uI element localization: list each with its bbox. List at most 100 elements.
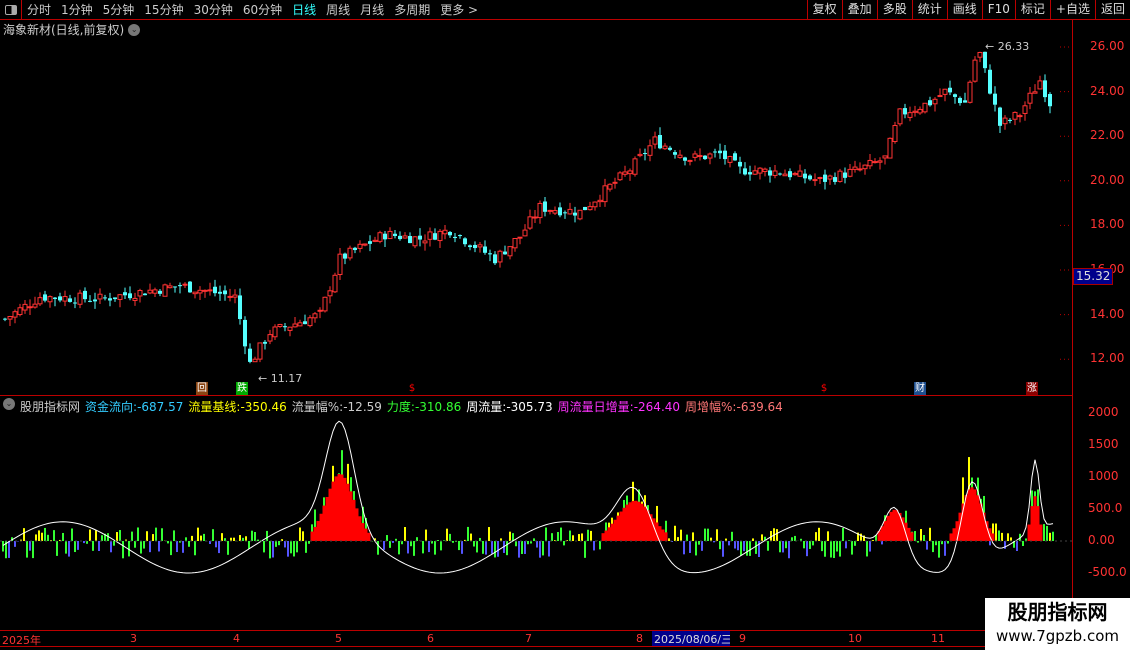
low-label: ← 11.17 — [258, 372, 302, 385]
price-tick: 20.00 — [1090, 172, 1125, 187]
candle-body — [97, 293, 103, 300]
indicator-value: 资金流向:-687.57 — [85, 398, 183, 415]
weekly-flow-line — [2, 420, 1054, 574]
candle-body — [647, 145, 653, 156]
candle-body — [532, 216, 538, 219]
indicator-label: 流量幅%: — [291, 400, 344, 414]
candle-body — [43, 294, 47, 301]
indicator-label: 流量基线: — [188, 400, 241, 414]
date-tick: 6 — [427, 632, 434, 645]
candle-body — [238, 295, 242, 320]
event-marker[interactable]: 财 — [914, 382, 926, 395]
candle-body — [297, 322, 303, 327]
candle-body — [718, 150, 722, 154]
candle-body — [652, 136, 658, 145]
candle-body — [748, 172, 752, 175]
date-tick: 3 — [130, 632, 137, 645]
candle-body — [587, 206, 593, 211]
candle-body — [93, 299, 97, 302]
candle-body — [673, 152, 677, 155]
candle-body — [283, 326, 287, 328]
candle-body — [1012, 111, 1018, 120]
candle-body — [643, 153, 647, 155]
candle-body — [32, 303, 38, 308]
event-marker[interactable]: $ — [818, 382, 830, 395]
candle-body — [837, 170, 843, 182]
candle-body — [852, 166, 858, 170]
candle-body — [917, 108, 923, 114]
candle-body — [797, 170, 803, 177]
candle-body — [178, 285, 182, 287]
indicator-tick: 500.0 — [1088, 501, 1123, 515]
candle-body — [77, 292, 83, 305]
candle-body — [448, 231, 452, 236]
candle-body — [577, 209, 583, 220]
candle-body — [812, 179, 818, 182]
dropdown-icon[interactable]: ⌄ — [128, 23, 141, 36]
price-tick: 22.00 — [1090, 128, 1125, 143]
candle-body — [627, 170, 633, 175]
candle-body — [857, 168, 863, 171]
candle-body — [567, 208, 573, 215]
date-tick: 9 — [739, 632, 746, 645]
candle-body — [948, 87, 952, 93]
candlestick-chart: ← 26.33 ← 11.17 — [0, 40, 1072, 574]
candle-body — [977, 51, 983, 58]
crosshair-date: 2025/08/06/三 — [652, 631, 730, 646]
candle-body — [12, 311, 18, 318]
candle-body — [243, 319, 247, 347]
candle-body — [123, 292, 127, 296]
candle-body — [17, 307, 23, 316]
candle-body — [668, 147, 672, 150]
candle-body — [867, 159, 873, 167]
price-tick: 26.00 — [1090, 39, 1125, 53]
candle-body — [792, 172, 798, 176]
candle-body — [303, 321, 307, 325]
event-marker[interactable]: 回 — [196, 382, 208, 395]
candle-body — [327, 290, 333, 297]
indicator-tick: 1000 — [1088, 469, 1119, 483]
candle-body — [322, 296, 328, 312]
candle-body — [558, 207, 562, 216]
candle-body — [357, 243, 363, 249]
candle-body — [823, 174, 827, 182]
candle-body — [88, 300, 92, 302]
candle-body — [738, 161, 742, 167]
candle-body — [583, 206, 587, 211]
candle-body — [483, 246, 487, 253]
candle-body — [1017, 115, 1023, 118]
candle-body — [1027, 92, 1033, 104]
candle-body — [152, 289, 158, 294]
event-marker[interactable]: 涨 — [1026, 382, 1038, 395]
candle-body — [768, 170, 772, 176]
candle-body — [803, 173, 807, 179]
indicator-number: -310.86 — [414, 400, 462, 414]
indicator-menu-icon[interactable]: ⌄ — [3, 398, 15, 410]
candle-body — [108, 298, 112, 301]
candle-body — [387, 230, 393, 240]
candle-body — [132, 297, 138, 301]
indicator-label: 周流量: — [466, 400, 507, 414]
candle-body — [998, 107, 1002, 126]
candle-body — [287, 326, 293, 331]
candle-body — [522, 229, 528, 237]
candle-body — [113, 297, 117, 300]
indicator-value: 流量幅%:-12.59 — [292, 398, 382, 415]
candle-body — [877, 160, 883, 163]
candle-body — [517, 236, 523, 239]
candle-body — [762, 168, 768, 172]
event-marker[interactable]: $ — [406, 382, 418, 395]
candle-body — [993, 93, 997, 105]
indicator-legend: ⌄ 股朋指标网 资金流向:-687.57 流量基线:-350.46 流量幅%:-12.5… — [3, 398, 783, 415]
candle-body — [658, 134, 662, 149]
candle-body — [143, 293, 147, 296]
event-marker[interactable]: 跌 — [236, 382, 248, 395]
price-tick: 14.00 — [1090, 306, 1125, 321]
candle-body — [173, 286, 177, 288]
candle-body — [458, 235, 462, 237]
candle-body — [317, 309, 323, 312]
price-tick: 18.00 — [1090, 217, 1125, 232]
candle-body — [592, 201, 598, 208]
candle-body — [928, 100, 932, 106]
candle-body — [1008, 119, 1012, 121]
